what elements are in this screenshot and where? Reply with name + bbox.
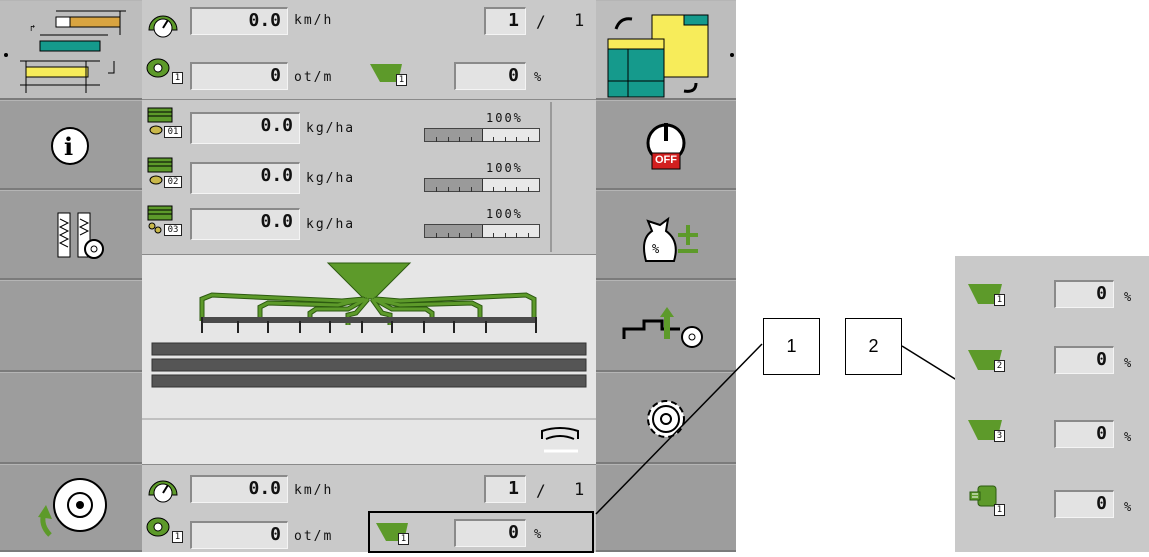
- side-unit: %: [1124, 430, 1134, 444]
- side-sub: 1: [994, 504, 1005, 516]
- side-unit: %: [1124, 500, 1134, 514]
- side-sub: 3: [994, 430, 1005, 442]
- callout-2: 2: [845, 318, 902, 375]
- side-sub: 2: [994, 360, 1005, 372]
- side-unit: %: [1124, 356, 1134, 370]
- side-value: 0: [1054, 420, 1114, 448]
- callout-1: 1: [763, 318, 820, 375]
- side-value: 0: [1054, 346, 1114, 374]
- side-value: 0: [1054, 490, 1114, 518]
- side-sub: 1: [994, 294, 1005, 306]
- side-unit: %: [1124, 290, 1134, 304]
- side-value: 0: [1054, 280, 1114, 308]
